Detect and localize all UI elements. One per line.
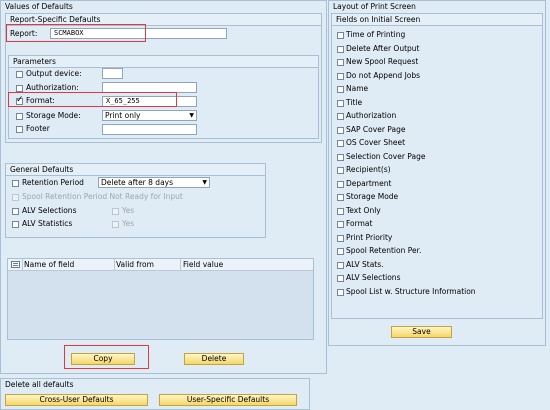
field-label: OS Cover Sheet bbox=[346, 138, 406, 147]
alv-statistics-yes-checkbox bbox=[112, 221, 119, 228]
field-label: New Spool Request bbox=[346, 57, 419, 66]
output-device-label: Output device: bbox=[26, 69, 82, 78]
field-checkbox[interactable] bbox=[337, 221, 344, 228]
output-device-input[interactable] bbox=[102, 68, 123, 79]
column-header[interactable]: Valid from bbox=[116, 260, 154, 270]
retention-period-select[interactable]: Delete after 8 days ▼ bbox=[98, 177, 210, 188]
spool-retention-label: Spool Retention Period Not Ready for Inp… bbox=[22, 192, 183, 201]
storage-mode-label: Storage Mode: bbox=[26, 111, 81, 120]
storage-mode-checkbox[interactable] bbox=[16, 113, 23, 120]
parameters-title: Parameters bbox=[9, 56, 318, 68]
field-checkbox[interactable] bbox=[337, 86, 344, 93]
field-checkbox[interactable] bbox=[337, 248, 344, 255]
field-label: ALV Selections bbox=[346, 273, 401, 282]
column-header[interactable]: Name of field bbox=[24, 260, 74, 270]
field-label: Title bbox=[346, 97, 363, 107]
alv-statistics-checkbox[interactable] bbox=[12, 221, 19, 228]
field-checkbox[interactable] bbox=[337, 126, 344, 134]
panel-title: Values of Defaults bbox=[5, 2, 73, 11]
alv-statistics-label: ALV Statistics bbox=[22, 219, 73, 228]
storage-mode-value: Print only bbox=[105, 111, 141, 120]
field-checkbox[interactable] bbox=[337, 288, 344, 296]
field-label: SAP Cover Page bbox=[346, 124, 406, 134]
field-label: Print Priority bbox=[346, 232, 393, 242]
field-label: Authorization bbox=[346, 111, 397, 120]
output-device-checkbox[interactable] bbox=[16, 71, 23, 78]
field-checkbox[interactable] bbox=[337, 194, 344, 201]
retention-period-checkbox[interactable] bbox=[12, 180, 19, 187]
alv-selections-yes-label: Yes bbox=[122, 206, 135, 215]
report-highlight bbox=[6, 24, 146, 42]
authorization-checkbox[interactable] bbox=[16, 85, 23, 92]
defaults-table: Name of field Valid from Field value bbox=[7, 258, 314, 340]
format-highlight bbox=[8, 92, 177, 107]
field-checkbox[interactable] bbox=[337, 140, 344, 147]
cross-user-defaults-button[interactable]: Cross-User Defaults bbox=[5, 394, 148, 406]
field-checkbox[interactable] bbox=[337, 275, 344, 282]
field-checkbox[interactable] bbox=[337, 99, 344, 107]
alv-selections-checkbox[interactable] bbox=[12, 208, 19, 215]
field-checkbox[interactable] bbox=[337, 153, 344, 161]
delete-all-title: Delete all defaults bbox=[5, 380, 74, 389]
field-checkbox[interactable] bbox=[337, 207, 344, 215]
storage-mode-select[interactable]: Print only ▼ bbox=[102, 110, 197, 121]
field-checkbox[interactable] bbox=[337, 32, 344, 39]
right-panel-title: Layout of Print Screen bbox=[333, 2, 416, 11]
field-checkbox[interactable] bbox=[337, 234, 344, 242]
chevron-down-icon[interactable]: ▼ bbox=[202, 178, 207, 187]
general-defaults-title: General Defaults bbox=[6, 164, 265, 176]
field-label: Department bbox=[346, 178, 392, 188]
footer-input[interactable] bbox=[102, 124, 197, 135]
retention-period-value: Delete after 8 days bbox=[101, 178, 174, 187]
field-checkbox[interactable] bbox=[337, 167, 344, 174]
delete-button[interactable]: Delete bbox=[184, 353, 244, 365]
field-checkbox[interactable] bbox=[337, 261, 344, 269]
footer-label: Footer bbox=[26, 124, 50, 133]
field-label: Do not Append Jobs bbox=[346, 70, 421, 80]
alv-selections-label: ALV Selections bbox=[22, 206, 77, 215]
field-label: Selection Cover Page bbox=[346, 151, 426, 161]
field-checkbox[interactable] bbox=[337, 72, 344, 80]
alv-statistics-yes-label: Yes bbox=[122, 219, 135, 228]
field-label: Storage Mode bbox=[346, 192, 399, 201]
table-header: Name of field Valid from Field value bbox=[8, 259, 313, 271]
spool-retention-checkbox bbox=[12, 194, 19, 201]
field-label: Time of Printing bbox=[346, 30, 406, 39]
field-checkbox[interactable] bbox=[337, 45, 344, 53]
table-settings-icon[interactable] bbox=[11, 261, 20, 268]
save-button[interactable]: Save bbox=[391, 326, 452, 338]
alv-selections-yes-checkbox bbox=[112, 208, 119, 215]
user-specific-defaults-button[interactable]: User-Specific Defaults bbox=[159, 394, 297, 406]
field-label: Delete After Output bbox=[346, 43, 420, 53]
field-label: Spool Retention Per. bbox=[346, 246, 422, 255]
copy-highlight bbox=[64, 345, 149, 369]
field-label: Format bbox=[346, 219, 373, 228]
field-checkbox[interactable] bbox=[337, 59, 344, 66]
field-label: Recipient(s) bbox=[346, 165, 391, 174]
field-label: Name bbox=[346, 84, 369, 93]
field-checkbox[interactable] bbox=[337, 180, 344, 188]
field-label: ALV Stats. bbox=[346, 259, 384, 269]
retention-period-label: Retention Period bbox=[22, 178, 84, 187]
fields-title: Fields on Initial Screen bbox=[332, 14, 542, 26]
field-label: Text Only bbox=[346, 205, 381, 215]
column-header[interactable]: Field value bbox=[183, 260, 223, 270]
field-label: Spool List w. Structure Information bbox=[346, 286, 476, 296]
footer-checkbox[interactable] bbox=[16, 126, 23, 133]
field-checkbox[interactable] bbox=[337, 113, 344, 120]
chevron-down-icon[interactable]: ▼ bbox=[189, 111, 194, 120]
